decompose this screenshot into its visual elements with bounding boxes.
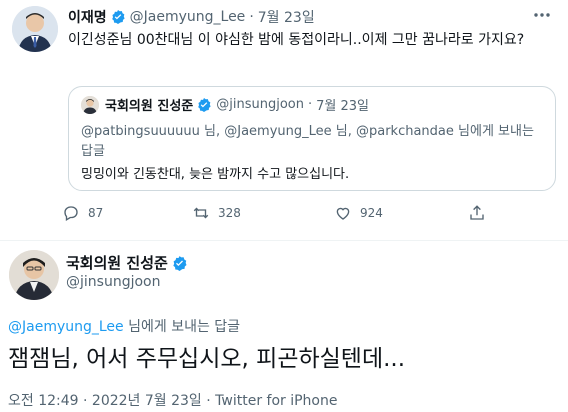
reply-icon bbox=[64, 206, 78, 221]
share-button[interactable] bbox=[468, 204, 494, 222]
person-avatar-icon[interactable] bbox=[9, 250, 59, 300]
verified-badge-icon bbox=[171, 255, 187, 271]
quoted-tweet-header: 국회의원 진성준 @jinsungjoon · 7월 23일 bbox=[81, 95, 369, 114]
author-handle[interactable]: @Jaemyung_Lee bbox=[130, 9, 246, 25]
share-icon bbox=[470, 205, 484, 220]
tweet-text: 이긴성준님 00찬대님 이 야심한 밤에 동접이라니..이제 그만 꿈나라로 가… bbox=[68, 32, 525, 48]
tweet-date[interactable]: 7월 23일 bbox=[258, 7, 315, 27]
reply-count: 87 bbox=[88, 206, 104, 220]
mention-link[interactable]: @Jaemyung_Lee bbox=[8, 319, 124, 335]
reply-to-line: @Jaemyung_Lee 님에게 보내는 답글 bbox=[8, 316, 240, 336]
person-avatar-icon[interactable] bbox=[12, 6, 58, 52]
tweet-header: 이재명 @Jaemyung_Lee · 7월 23일 bbox=[68, 7, 315, 27]
divider bbox=[0, 240, 568, 241]
quoted-tweet[interactable]: 국회의원 진성준 @jinsungjoon · 7월 23일 @patbings… bbox=[68, 86, 556, 191]
like-icon bbox=[336, 207, 350, 220]
reply-author-name[interactable]: 국회의원 진성준 bbox=[66, 252, 168, 273]
quoted-author-handle[interactable]: @jinsungjoon bbox=[216, 97, 304, 112]
tweet-meta: 오전 12:49 · 2022년 7월 23일 · Twitter for iP… bbox=[8, 393, 338, 409]
retweet-count: 328 bbox=[218, 206, 241, 220]
retweet-button[interactable]: 328 bbox=[192, 204, 241, 222]
like-count: 924 bbox=[360, 206, 383, 220]
tweet-actions: 87 328 924 bbox=[62, 204, 512, 226]
verified-badge-icon bbox=[196, 97, 212, 113]
reply-to-suffix: 님에게 보내는 답글 bbox=[123, 319, 241, 335]
separator-dot: · bbox=[249, 9, 254, 25]
like-button[interactable]: 924 bbox=[334, 204, 383, 222]
reply-tweet-text: 잼잼님, 어서 주무십시오, 피곤하실텐데... bbox=[8, 346, 406, 372]
reply-button[interactable]: 87 bbox=[62, 204, 103, 222]
quoted-avatar-icon bbox=[81, 95, 99, 114]
quoted-tweet-date[interactable]: 7월 23일 bbox=[316, 95, 369, 114]
reply-author-row: 국회의원 진성준 bbox=[66, 252, 191, 273]
reply-author-handle[interactable]: @jinsungjoon bbox=[66, 274, 160, 290]
quoted-reply-line: @patbingsuuuuuu 님, @Jaemyung_Lee 님, @par… bbox=[81, 124, 534, 159]
quoted-tweet-text: 밍밍이와 긴동찬대, 늦은 밤까지 수고 많으십니다. bbox=[81, 167, 350, 182]
retweet-icon bbox=[193, 207, 209, 219]
author-name[interactable]: 이재명 bbox=[68, 7, 107, 27]
tweet[interactable]: 이재명 @Jaemyung_Lee · 7월 23일 이긴성준님 00찬대님 이… bbox=[0, 0, 568, 240]
quoted-author-name[interactable]: 국회의원 진성준 bbox=[105, 95, 193, 114]
separator-dot: · bbox=[307, 97, 313, 112]
verified-badge-icon bbox=[110, 9, 126, 25]
more-icon[interactable] bbox=[532, 7, 552, 23]
